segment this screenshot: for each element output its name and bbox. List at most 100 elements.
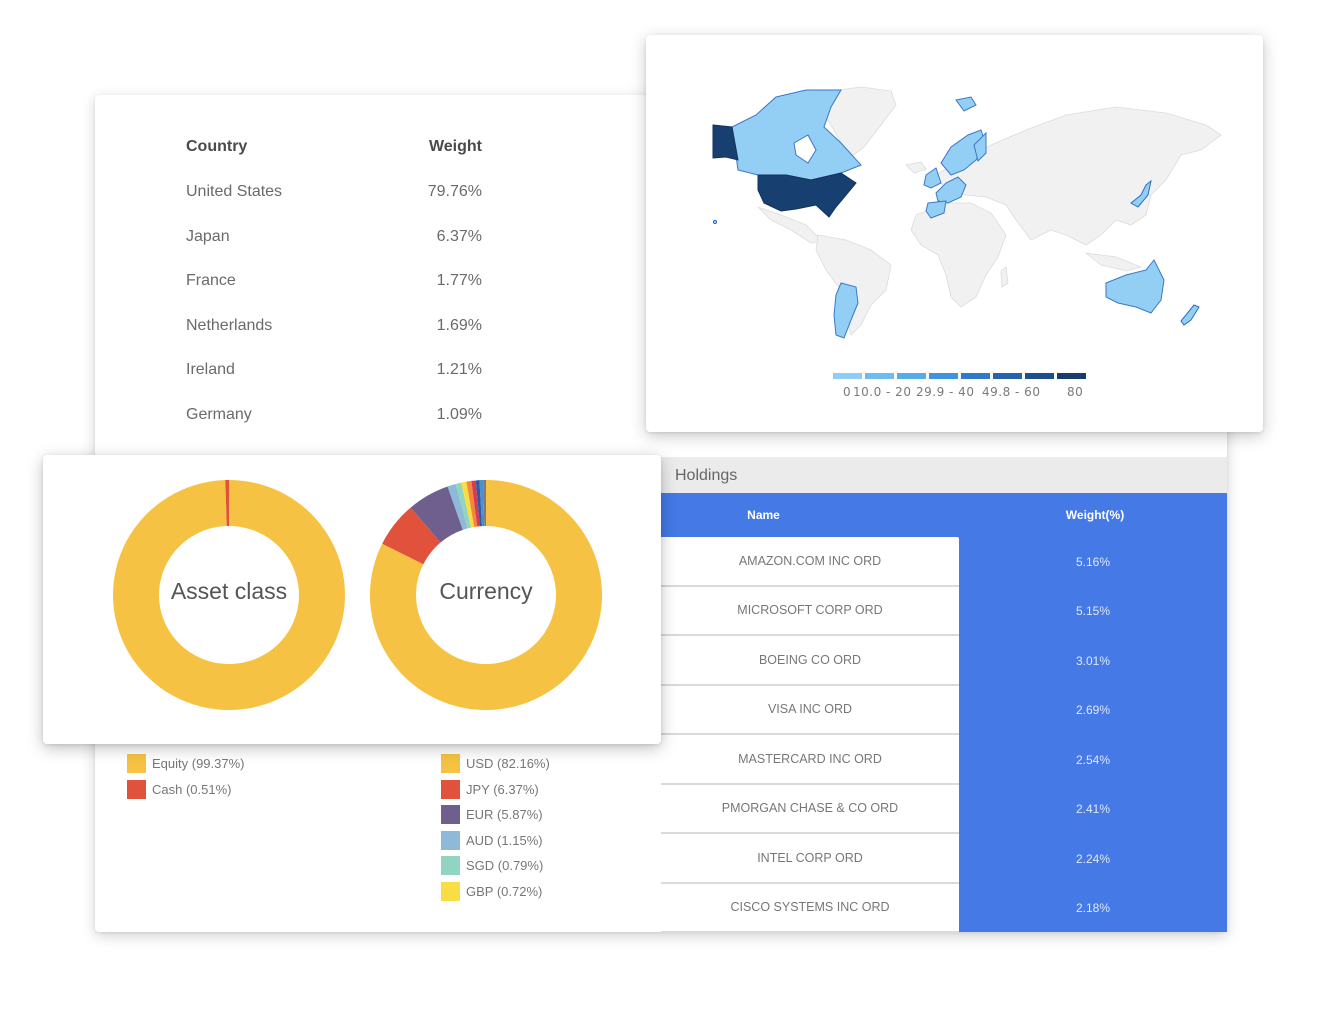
region-madagascar[interactable] [1000,266,1009,288]
holdings-table-header: Name Weight(%) [661,493,1227,537]
holding-row[interactable]: MICROSOFT CORP ORD 5.15% [661,586,1227,636]
region-africa[interactable] [910,202,1007,308]
holdings-title: Holdings [661,457,1227,493]
currency-legend-item[interactable]: GBP (0.72%) [441,879,550,905]
map-legend-swatch [833,373,862,379]
country-name: Netherlands [186,316,273,334]
country-row: United States 79.76% [186,183,486,228]
country-name: Germany [186,405,252,423]
holding-row[interactable]: MASTERCARD INC ORD 2.54% [661,735,1227,785]
holding-row[interactable]: BOEING CO ORD 3.01% [661,636,1227,686]
country-row: France 1.77% [186,272,486,317]
map-legend-swatch [1025,373,1054,379]
country-weight: 1.69% [436,316,482,334]
holding-name: MICROSOFT CORP ORD [661,586,959,636]
legend-color-swatch [441,856,460,876]
weight-header: Weight [428,138,482,155]
region-iceland[interactable] [905,161,927,174]
holding-row[interactable]: PMORGAN CHASE & CO ORD 2.41% [661,784,1227,834]
holding-row[interactable]: VISA INC ORD 2.69% [661,685,1227,735]
currency-legend-item[interactable]: EUR (5.87%) [441,802,550,828]
country-name: Japan [186,227,230,245]
country-row: Netherlands 1.69% [186,317,486,362]
country-row: Germany 1.09% [186,406,486,451]
holding-name: VISA INC ORD [661,685,959,735]
world-map-card: 0 10.0 - 20 29.9 - 40 49.8 - 60 80 [646,35,1263,432]
country-weight: 79.76% [427,183,482,200]
legend-color-swatch [127,754,146,774]
donut-charts [112,480,602,710]
map-legend: 0 10.0 - 20 29.9 - 40 49.8 - 60 80 [833,373,1086,399]
currency-legend-item[interactable]: USD (82.16%) [441,751,550,777]
region-indonesia[interactable] [1084,252,1143,272]
map-legend-swatch [929,373,958,379]
holding-weight: 5.16% [1075,554,1111,569]
holding-weight: 3.01% [1075,653,1111,668]
legend-color-swatch [441,754,460,774]
holding-name: PMORGAN CHASE & CO ORD [661,784,959,834]
currency-legend-item[interactable]: SGD (0.79%) [441,853,550,879]
currency-legend: USD (82.16%) JPY (6.37%) EUR (5.87%) AUD (1… [441,751,550,904]
holding-weight: 2.24% [1075,851,1111,866]
currency-legend-item[interactable]: JPY (6.37%) [441,777,550,803]
holding-row[interactable]: AMAZON.COM INC ORD 5.16% [661,537,1227,587]
region-uk-ireland[interactable] [923,167,942,189]
legend-color-swatch [441,779,460,799]
country-table-header: Country Weight [186,138,486,183]
country-row: Ireland 1.21% [186,361,486,406]
region-svalbard[interactable] [955,96,977,112]
asset-class-legend-item[interactable]: Cash (0.51%) [127,777,245,803]
holdings-panel: Holdings Name Weight(%) AMAZON.COM INC O… [661,457,1227,933]
asset-class-donut-title: Asset class [170,578,288,604]
weight-column-header[interactable]: Weight(%) [959,508,1231,522]
country-name: United States [186,183,283,200]
legend-label: Cash (0.51%) [152,781,232,797]
map-legend-label: 29.9 - 40 [916,385,975,399]
country-weight: 1.21% [436,361,482,379]
legend-label: Equity (99.37%) [152,756,245,772]
legend-label: JPY (6.37%) [466,781,539,797]
country-weight: 6.37% [436,227,482,245]
region-central-america[interactable] [757,206,828,244]
name-column-header[interactable]: Name [661,508,866,522]
map-legend-label: 49.8 - 60 [982,385,1041,399]
country-weight-table: Country Weight United States 79.76% Japan 6… [186,138,486,451]
legend-label: GBP (0.72%) [466,883,543,899]
region-south-america[interactable] [815,234,892,336]
legend-color-swatch [441,830,460,850]
holding-weight: 5.15% [1075,604,1111,619]
holdings-table: Name Weight(%) AMAZON.COM INC ORD 5.16% MI… [661,493,1227,933]
map-legend-swatch [897,373,926,379]
region-united-states[interactable] [757,172,857,218]
asset-class-legend-item[interactable]: Equity (99.37%) [127,751,245,777]
holding-weight: 2.41% [1075,802,1111,817]
country-name: Ireland [186,361,235,379]
legend-label: USD (82.16%) [466,756,550,772]
country-name: France [186,272,236,290]
legend-label: AUD (1.15%) [466,832,543,848]
region-new-zealand[interactable] [1180,304,1200,326]
map-legend-label: 10.0 - 20 [853,385,912,399]
currency-legend-item[interactable]: AUD (1.15%) [441,828,550,854]
allocation-donuts-card: Asset class Currency [43,455,661,744]
holding-row[interactable]: INTEL CORP ORD 2.24% [661,834,1227,884]
holding-weight: 2.18% [1075,901,1111,916]
holding-weight: 2.69% [1075,703,1111,718]
map-legend-swatch [961,373,990,379]
holding-weight: 2.54% [1075,752,1111,767]
holding-name: CISCO SYSTEMS INC ORD [661,883,959,933]
legend-label: EUR (5.87%) [466,807,543,823]
holding-name: AMAZON.COM INC ORD [661,537,959,587]
holding-row[interactable]: CISCO SYSTEMS INC ORD 2.18% [661,883,1227,933]
holding-name: INTEL CORP ORD [661,834,959,884]
legend-color-swatch [441,881,460,901]
country-header: Country [186,138,248,155]
holding-name: MASTERCARD INC ORD [661,735,959,785]
legend-label: SGD (0.79%) [466,858,544,874]
holding-name: BOEING CO ORD [661,636,959,686]
country-weight: 1.09% [436,405,482,423]
region-hawaii[interactable] [712,219,718,225]
map-legend-label: 80 [1067,385,1084,399]
asset-class-legend: Equity (99.37%) Cash (0.51%) [127,751,245,802]
map-legend-swatch [993,373,1022,379]
